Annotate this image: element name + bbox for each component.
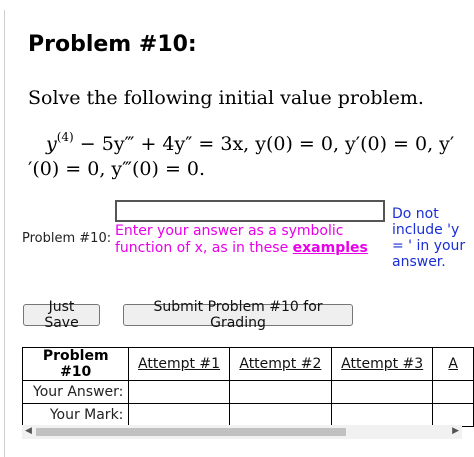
submit-button[interactable]: Submit Problem #10 for Grading	[123, 299, 353, 331]
row-label-answer: Your Answer:	[22, 380, 130, 404]
table-cell	[331, 403, 434, 427]
row-label-mark: Your Mark:	[22, 403, 130, 427]
table-cell	[331, 380, 434, 404]
chevron-left-icon[interactable]: ◀	[25, 426, 32, 436]
table-row: Your Answer:	[22, 380, 474, 404]
attempt-2-link[interactable]: Attempt #2	[228, 347, 333, 381]
eq-order: (4)	[56, 130, 74, 144]
chevron-right-icon[interactable]: ▶	[452, 426, 459, 436]
table-header-problem: Problem #10	[22, 347, 130, 381]
table-cell	[432, 380, 474, 404]
horizontal-scrollbar[interactable]: ◀ ▶	[22, 425, 462, 439]
table-cell	[128, 380, 230, 404]
problem-frame: Problem #10: Solve the following initial…	[0, 10, 474, 457]
table-cell	[228, 403, 333, 427]
table-header-row: Problem #10 Attempt #1 Attempt #2 Attemp…	[22, 347, 474, 381]
eq-rest: − 5y‴ + 4y″ = 3x, y(0) = 0, y′(0) = 0, y…	[73, 133, 455, 155]
format-note: Do not include 'y = ' in your answer.	[392, 206, 466, 270]
examples-link[interactable]: examples	[293, 240, 368, 256]
answer-input[interactable]	[115, 200, 385, 222]
table-row: Your Mark:	[22, 403, 474, 427]
answer-label: Problem #10:	[22, 231, 112, 246]
equation-line-2: ′(0) = 0, y‴(0) = 0.	[28, 158, 206, 180]
answer-hint: Enter your answer as a symbolic function…	[115, 223, 385, 257]
attempts-table: Problem #10 Attempt #1 Attempt #2 Attemp…	[22, 347, 474, 427]
equation-line-1: y(4) − 5y‴ + 4y″ = 3x, y(0) = 0, y′(0) =…	[46, 130, 455, 155]
eq-y: y	[46, 133, 57, 155]
problem-title: Problem #10:	[28, 32, 197, 57]
attempt-3-link[interactable]: Attempt #3	[331, 347, 434, 381]
table-cell	[432, 403, 474, 427]
attempt-1-link[interactable]: Attempt #1	[128, 347, 230, 381]
table-cell	[228, 380, 333, 404]
scrollbar-thumb[interactable]	[36, 428, 346, 436]
table-cell	[128, 403, 230, 427]
attempt-4-link[interactable]: A	[432, 347, 474, 381]
just-save-button[interactable]: Just Save	[23, 299, 100, 331]
frame-border	[4, 10, 5, 457]
attempts-table-container: Problem #10 Attempt #1 Attempt #2 Attemp…	[22, 347, 474, 429]
problem-prompt: Solve the following initial value proble…	[28, 87, 424, 109]
